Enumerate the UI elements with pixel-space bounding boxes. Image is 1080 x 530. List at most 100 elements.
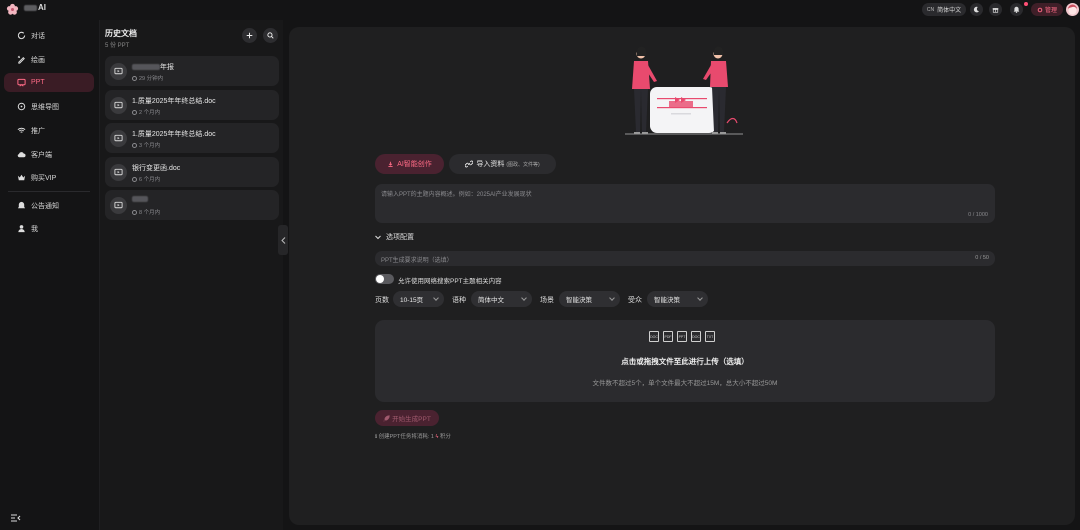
import-material-mode-button[interactable]: 导入资料 (图政、文件等) xyxy=(449,154,556,174)
sidebar-item-label: 对话 xyxy=(31,32,45,40)
sidebar-item-label: 客户端 xyxy=(31,151,52,159)
audience-label: 受众 xyxy=(628,297,642,304)
presentation-icon xyxy=(110,130,127,147)
web-search-label: 允许使用网络搜索PPT主题相关内容 xyxy=(398,278,502,285)
sidebar-item-ppt[interactable]: PPT xyxy=(4,73,94,92)
collapse-sidebar-icon[interactable] xyxy=(10,513,22,523)
doc-name xyxy=(132,196,148,203)
language-code: CN xyxy=(926,6,935,13)
clock-icon xyxy=(132,210,137,215)
txt-file-icon: TXT xyxy=(705,331,715,342)
gear-icon xyxy=(1037,7,1043,12)
presentation-icon xyxy=(110,164,127,181)
chevron-down-icon xyxy=(375,235,381,239)
scene-label: 场景 xyxy=(540,297,554,304)
sidebar-item-notice[interactable]: 公告通知 xyxy=(4,196,94,215)
history-doc-item[interactable]: 银行变更函.doc 6 个月内 xyxy=(105,157,279,187)
history-doc-item[interactable]: 年报 29 分钟内 xyxy=(105,56,279,86)
admin-button[interactable]: 管理 xyxy=(1031,3,1063,16)
toggle-knob xyxy=(376,275,384,283)
notification-dot xyxy=(1024,2,1028,6)
dark-mode-button[interactable] xyxy=(970,3,983,16)
clock-icon xyxy=(132,143,137,148)
sidebar-item-label: 购买VIP xyxy=(31,174,57,182)
clock-icon xyxy=(132,76,137,81)
sidebar-item-mindmap[interactable]: 思维导图 xyxy=(4,97,94,116)
generate-ppt-label: 开始生成PPT xyxy=(392,416,431,423)
chevron-left-icon xyxy=(280,236,285,244)
sidebar-item-me[interactable]: 我 xyxy=(4,219,94,238)
collapse-history-button[interactable] xyxy=(278,225,288,255)
pages-value: 10-15页 xyxy=(400,297,424,304)
ppt-main-panel: AI智能创作 导入资料 (图政、文件等) 请输入PPT的主题内容概述。例如：20… xyxy=(289,27,1075,525)
history-count: 5 份 PPT xyxy=(105,43,130,49)
topic-placeholder: 请输入PPT的主题内容概述。例如：2025AI产业发展现状 xyxy=(381,192,532,198)
pages-select[interactable]: 10-15页 xyxy=(393,291,444,307)
language-label: 语种 xyxy=(452,297,466,304)
file-type-icons: DOC PDF PPT DOC TXT xyxy=(649,331,715,342)
history-doc-item[interactable]: 1.质量2025年年终总结.doc 2 个月内 xyxy=(105,90,279,120)
notification-button[interactable] xyxy=(1010,3,1023,16)
sidebar-item-label: 推广 xyxy=(31,127,45,135)
paint-icon xyxy=(17,55,25,64)
magic-icon xyxy=(388,161,393,167)
doc-name: 1.质量2025年年终总结.doc xyxy=(132,98,216,105)
search-document-button[interactable] xyxy=(263,28,278,43)
pdf-file-icon: PDF xyxy=(663,331,673,342)
top-bar: AI CN 简体中文 管理 xyxy=(0,0,1080,20)
sidebar-item-vip[interactable]: 购买VIP xyxy=(4,168,94,187)
doc-time: 6 个月内 xyxy=(132,175,160,183)
options-toggle[interactable]: 选项配置 xyxy=(375,232,414,242)
topic-input[interactable]: 请输入PPT的主题内容概述。例如：2025AI产业发展现状 0 / 1000 xyxy=(375,184,995,223)
search-icon xyxy=(267,32,274,39)
presentation-icon xyxy=(110,97,127,114)
plus-icon xyxy=(246,32,253,39)
audience-select[interactable]: 智能決策 xyxy=(647,291,708,307)
bell-icon xyxy=(17,201,25,209)
ai-create-mode-button[interactable]: AI智能创作 xyxy=(375,154,444,174)
language-switch-button[interactable]: CN 简体中文 xyxy=(922,3,966,16)
import-material-sublabel: (图政、文件等) xyxy=(506,161,540,168)
sidebar-item-chat[interactable]: 对话 xyxy=(4,26,94,45)
language-select[interactable]: 简体中文 xyxy=(471,291,532,307)
gift-button[interactable] xyxy=(989,3,1002,16)
flower-logo-icon[interactable] xyxy=(6,3,19,16)
web-search-toggle[interactable] xyxy=(375,274,394,284)
clock-icon xyxy=(132,110,137,115)
requirement-input[interactable]: PPT生成要求说明（选填） 0 / 50 xyxy=(375,251,995,266)
chat-icon xyxy=(17,31,25,40)
ppt-icon xyxy=(16,78,26,87)
sidebar-item-label: 我 xyxy=(31,225,38,233)
add-document-button[interactable] xyxy=(242,28,257,43)
language-label: 简体中文 xyxy=(937,8,962,14)
doc-time: 29 分钟内 xyxy=(132,74,163,82)
link-icon xyxy=(465,160,474,168)
admin-label: 管理 xyxy=(1044,8,1057,14)
crown-icon xyxy=(17,174,25,181)
rocket-icon xyxy=(383,414,390,422)
file-upload-dropzone[interactable]: DOC PDF PPT DOC TXT 点击或拖拽文件至此进行上传（选填） 文件… xyxy=(375,320,995,402)
user-avatar[interactable] xyxy=(1066,3,1079,16)
scene-select[interactable]: 智能決策 xyxy=(559,291,620,307)
chevron-down-icon xyxy=(697,295,703,301)
gift-icon xyxy=(992,8,999,13)
presentation-icon xyxy=(110,63,127,80)
doc-name: 银行变更函.doc xyxy=(132,165,181,172)
history-panel: 历史文档 5 份 PPT 年报 29 分钟内 1.质量2025年年终总结.doc… xyxy=(99,20,283,530)
cost-text: 创建PPT任务将消耗: 1 xyxy=(378,434,434,440)
sidebar-divider xyxy=(8,191,90,192)
sidebar-item-promote[interactable]: 推广 xyxy=(4,121,94,140)
doc-time: 8 个月内 xyxy=(132,208,160,216)
generate-ppt-button[interactable]: 开始生成PPT xyxy=(375,410,439,426)
sidebar-item-paint[interactable]: 绘画 xyxy=(4,50,94,69)
scene-value: 智能決策 xyxy=(566,297,592,304)
history-doc-item[interactable]: 8 个月内 xyxy=(105,190,279,220)
bolt-icon: ϟ xyxy=(435,434,439,440)
chevron-down-icon xyxy=(609,295,615,301)
sidebar-item-client[interactable]: 客户端 xyxy=(4,145,94,164)
upload-limits: 文件数不超过5个，单个文件最大不超过15M，总大小不超过50M xyxy=(592,380,778,387)
clock-icon xyxy=(132,177,137,182)
requirement-placeholder: PPT生成要求说明（选填） xyxy=(381,258,453,264)
topic-char-count: 0 / 1000 xyxy=(968,212,988,218)
history-doc-item[interactable]: 1.质量2025年年终总结.doc 3 个月内 xyxy=(105,123,279,153)
